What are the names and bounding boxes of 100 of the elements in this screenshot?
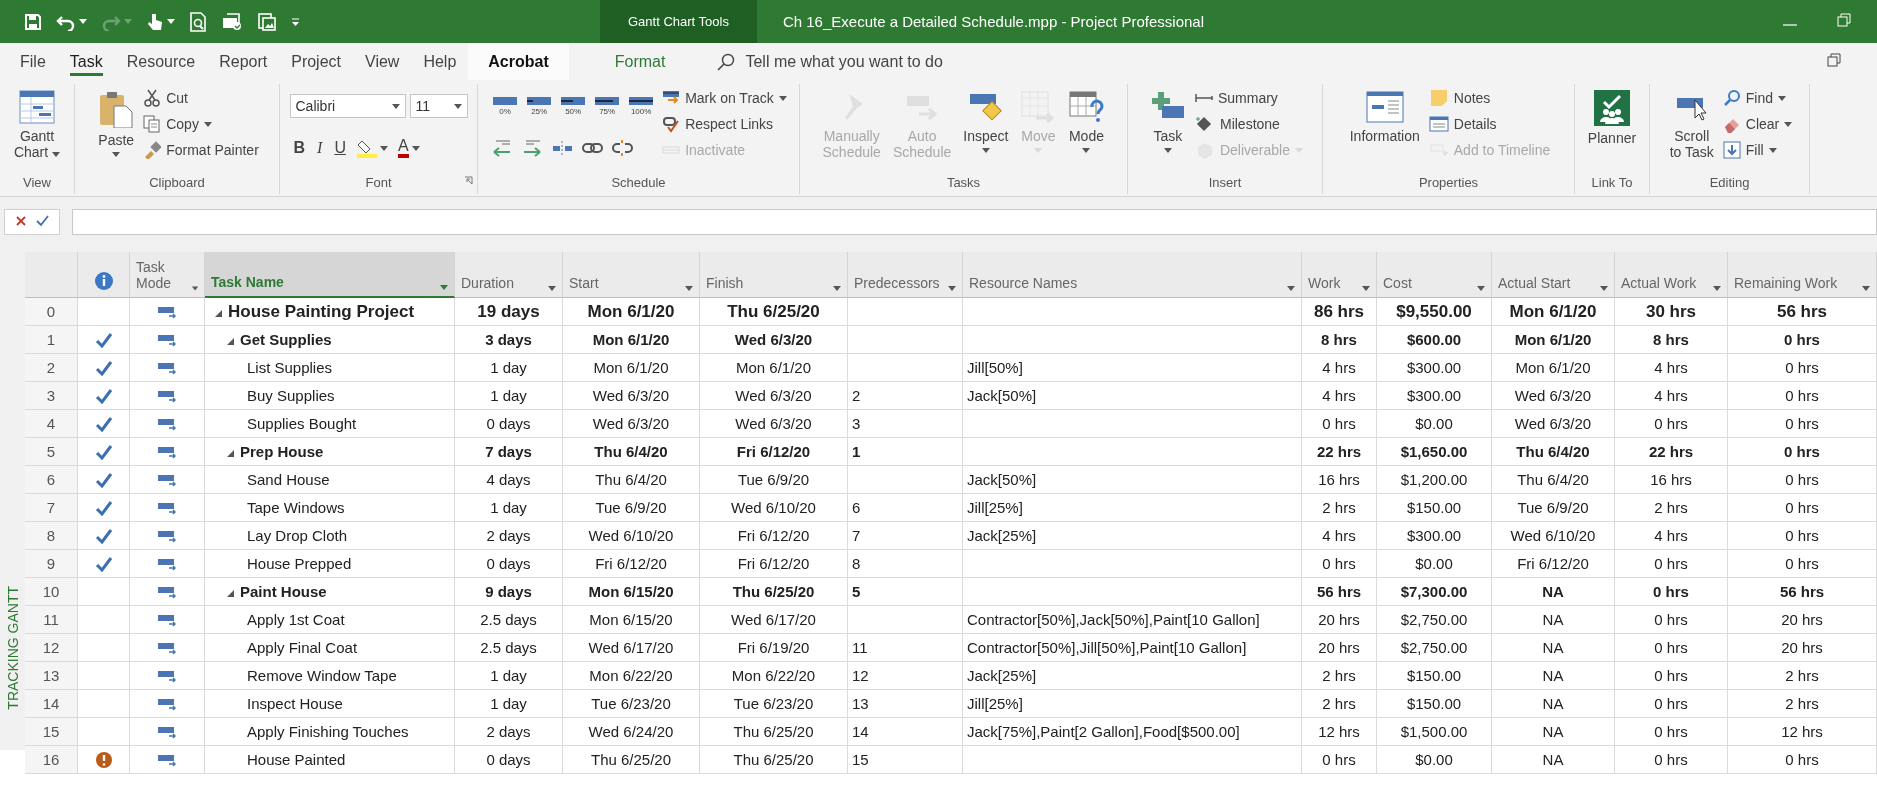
ribbon-button[interactable]: Clear bbox=[1722, 112, 1793, 136]
cost-cell: $300.00 bbox=[1377, 354, 1492, 382]
column-header[interactable]: Actual Start bbox=[1492, 252, 1615, 298]
resource-names-cell: Contractor[50%],Jill[50%],Paint[10 Gallon] bbox=[963, 634, 1302, 662]
checkmark-icon bbox=[94, 555, 113, 572]
save-icon bbox=[24, 12, 42, 31]
remaining-work-cell: 12 hrs bbox=[1728, 718, 1877, 746]
column-header[interactable]: Task Name bbox=[205, 252, 455, 298]
dropdown-arrow-icon bbox=[1163, 148, 1172, 154]
dropdown-arrow-icon bbox=[1778, 95, 1787, 101]
work-cell: 12 hrs bbox=[1302, 718, 1377, 746]
ribbon-button[interactable]: Details bbox=[1428, 112, 1551, 136]
collapse-triangle-icon bbox=[227, 450, 234, 457]
ribbon-button[interactable]: Task bbox=[1146, 86, 1189, 158]
tell-me-search-field[interactable]: Tell me what you want to do bbox=[745, 52, 943, 71]
ribbon-button[interactable]: Notes bbox=[1428, 86, 1551, 110]
cost-cell: $300.00 bbox=[1377, 522, 1492, 550]
column-header[interactable]: Finish bbox=[700, 252, 848, 298]
column-header[interactable]: Remaining Work bbox=[1728, 252, 1877, 298]
ribbon-button[interactable]: Planner bbox=[1584, 86, 1640, 151]
remaining-work-cell: 0 hrs bbox=[1728, 382, 1877, 410]
format-button[interactable]: A bbox=[393, 135, 424, 161]
dropdown-arrow-icon bbox=[1287, 286, 1295, 291]
ribbon-button[interactable]: Format Painter bbox=[143, 138, 259, 162]
ribbon-button[interactable]: Mark on Track bbox=[662, 86, 787, 110]
column-header[interactable]: Predecessors bbox=[848, 252, 963, 298]
view-bar-label[interactable]: TRACKING GANTT bbox=[4, 586, 21, 710]
column-header[interactable]: Task Mode bbox=[130, 252, 205, 298]
ribbon-tab[interactable]: Report bbox=[207, 43, 280, 80]
ribbon-button[interactable]: Paste bbox=[95, 86, 138, 162]
format-button[interactable]: I bbox=[313, 135, 327, 161]
ribbon-button[interactable]: Cut bbox=[143, 86, 259, 110]
progress-bar-icon bbox=[493, 96, 518, 106]
ribbon-button[interactable]: Mode bbox=[1065, 86, 1108, 158]
duration-cell: 2.5 days bbox=[455, 634, 563, 662]
ribbon-button[interactable]: Respect Links bbox=[662, 112, 787, 136]
ribbon-tab[interactable]: Acrobat bbox=[468, 43, 569, 80]
column-header[interactable]: Work bbox=[1302, 252, 1377, 298]
ribbon-button[interactable]: Information bbox=[1346, 86, 1423, 149]
customize-toolbar-button[interactable] bbox=[291, 17, 300, 26]
touch-mode-button[interactable] bbox=[146, 11, 175, 32]
column-header[interactable]: Duration bbox=[455, 252, 563, 298]
task-name-cell: Sand House bbox=[247, 471, 330, 488]
ribbon-tab[interactable]: Format bbox=[568, 43, 712, 80]
ribbon-button[interactable]: Find bbox=[1722, 86, 1793, 110]
predecessors-cell: 8 bbox=[848, 550, 963, 578]
actual-start-cell: NA bbox=[1492, 578, 1615, 606]
ribbon-tab[interactable]: View bbox=[353, 43, 412, 80]
percent-complete-button[interactable]: 50% bbox=[558, 96, 589, 116]
predecessors-cell: 1 bbox=[848, 438, 963, 466]
column-header[interactable]: Cost bbox=[1377, 252, 1492, 298]
print-preview-button[interactable] bbox=[189, 11, 207, 32]
ribbon-button[interactable]: Fill bbox=[1722, 138, 1793, 162]
checkmark-icon bbox=[94, 471, 113, 488]
resource-names-cell: Jack[50%] bbox=[963, 466, 1302, 494]
format-button[interactable]: B bbox=[289, 135, 310, 161]
actual-work-cell: 0 hrs bbox=[1615, 578, 1728, 606]
task-name-cell: Apply Finishing Touches bbox=[247, 723, 409, 740]
format-button[interactable]: U bbox=[330, 135, 350, 161]
contextual-tab-label: Gantt Chart Tools bbox=[600, 0, 757, 43]
column-header[interactable]: Start bbox=[563, 252, 700, 298]
ribbon-button[interactable]: Gantt Chart bbox=[10, 86, 64, 165]
toolbar-button[interactable] bbox=[257, 11, 277, 32]
start-cell: Wed 6/24/20 bbox=[563, 718, 700, 746]
work-cell: 0 hrs bbox=[1302, 550, 1377, 578]
column-header[interactable]: Actual Work bbox=[1615, 252, 1728, 298]
auto-schedule-icon bbox=[157, 668, 177, 683]
toolbar-button[interactable] bbox=[221, 11, 243, 32]
cost-cell: $0.00 bbox=[1377, 550, 1492, 578]
font-size-field[interactable]: 11 bbox=[409, 94, 468, 118]
entry-field[interactable] bbox=[72, 208, 1877, 235]
ribbon-button[interactable]: Summary bbox=[1194, 86, 1303, 110]
ribbon-tab[interactable]: Project bbox=[279, 43, 353, 80]
actual-work-cell: 0 hrs bbox=[1615, 746, 1728, 774]
ribbon-tab[interactable]: File bbox=[8, 43, 58, 80]
ribbon-tab[interactable]: Resource bbox=[114, 43, 208, 80]
ribbon-button[interactable]: Copy bbox=[143, 112, 259, 136]
duration-cell: 1 day bbox=[455, 382, 563, 410]
remaining-work-cell: 56 hrs bbox=[1728, 298, 1877, 326]
actual-work-cell: 8 hrs bbox=[1615, 326, 1728, 354]
task-name-cell: House Prepped bbox=[247, 555, 352, 572]
percent-complete-button[interactable]: 0% bbox=[490, 96, 521, 116]
auto-schedule-icon bbox=[157, 472, 177, 487]
row-number: 11 bbox=[25, 606, 78, 634]
dropdown-arrow-icon bbox=[1600, 286, 1608, 291]
ribbon-button[interactable]: Milestone bbox=[1194, 112, 1303, 136]
save-button[interactable] bbox=[24, 12, 42, 31]
percent-complete-button[interactable]: 25% bbox=[524, 96, 555, 116]
ribbon-tab[interactable]: Task bbox=[57, 43, 115, 80]
column-header[interactable]: Resource Names bbox=[963, 252, 1302, 298]
ribbon-button[interactable]: Inspect bbox=[960, 86, 1012, 158]
duration-cell: 2 days bbox=[455, 522, 563, 550]
ribbon-tab[interactable]: Help bbox=[411, 43, 469, 80]
font-name-field[interactable]: Calibri bbox=[289, 94, 406, 118]
auto-schedule-icon bbox=[157, 724, 177, 739]
finish-cell: Fri 6/12/20 bbox=[700, 550, 848, 578]
percent-complete-button[interactable]: 75% bbox=[592, 96, 623, 116]
ribbon-button[interactable]: Scroll to Task bbox=[1666, 86, 1717, 165]
percent-complete-button[interactable]: 100% bbox=[626, 96, 657, 116]
duration-cell: 9 days bbox=[455, 578, 563, 606]
